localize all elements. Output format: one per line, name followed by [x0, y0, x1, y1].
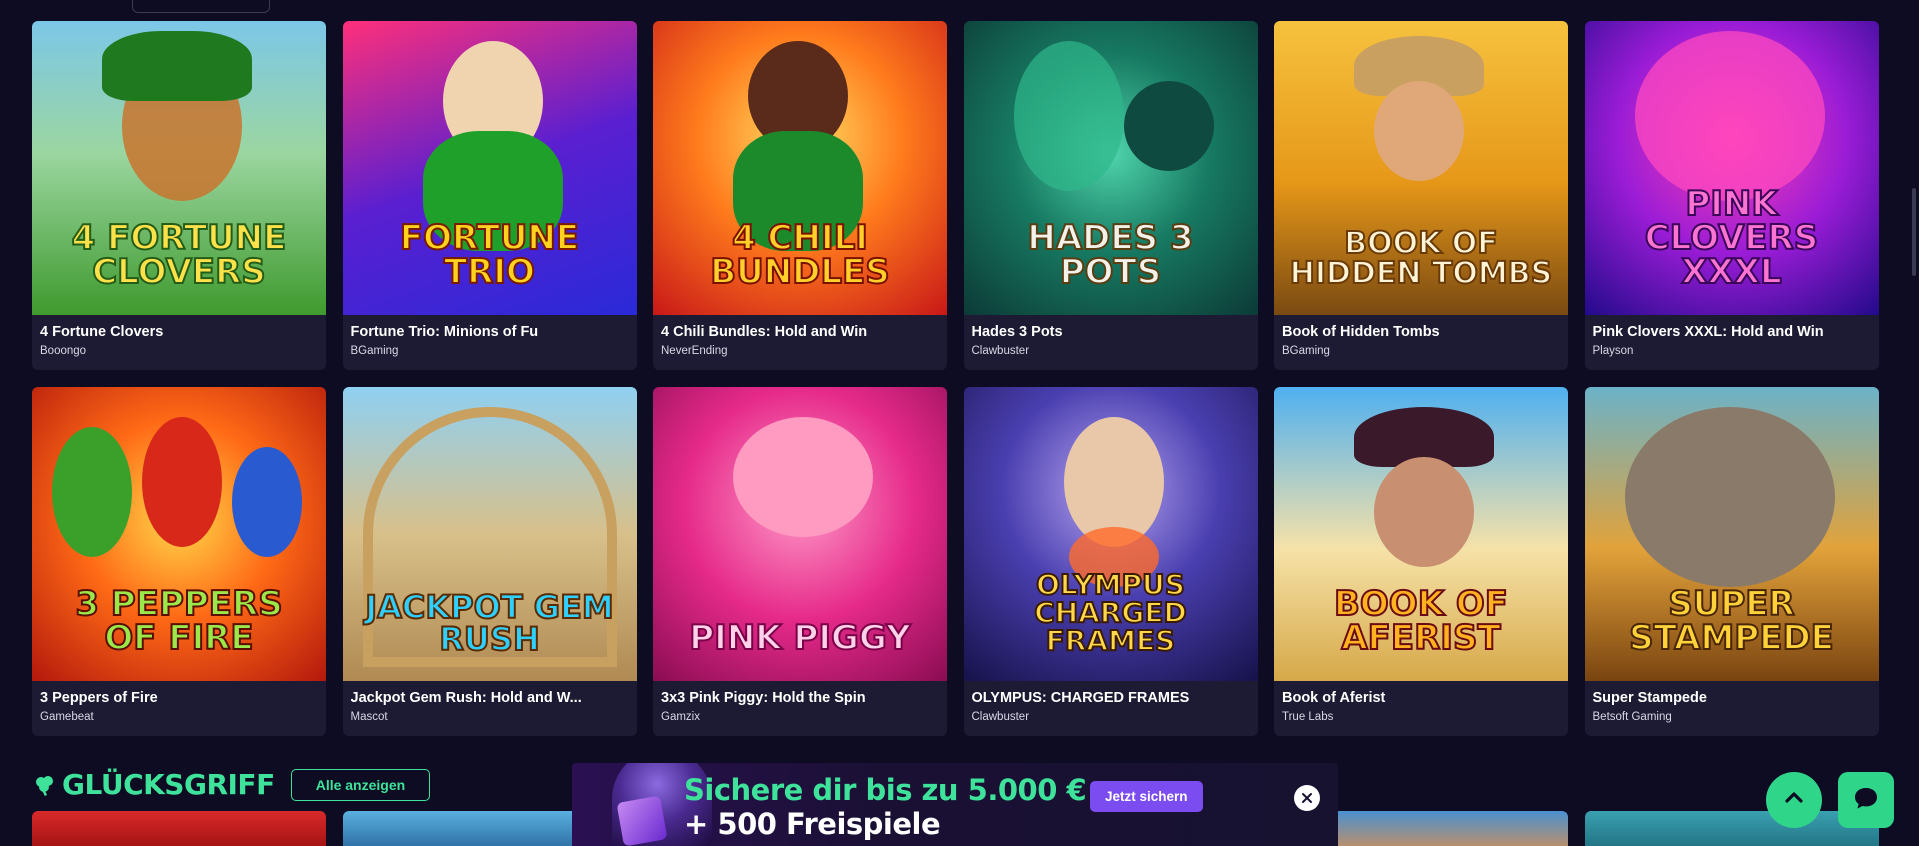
game-card[interactable]: Olympus Charged Frames OLYMPUS: CHARGED …	[963, 387, 1258, 736]
game-card[interactable]: Book of Aferist Book of Aferist True Lab…	[1274, 387, 1568, 736]
game-name: Fortune Trio: Minions of Fu	[350, 324, 539, 340]
game-art-title: Pink Piggy	[688, 618, 911, 658]
promo-headline: Sichere dir bis zu 5.000 €	[684, 773, 1087, 807]
game-name: 4 Chili Bundles: Hold and Win	[661, 324, 868, 340]
chevron-up-icon	[1781, 785, 1807, 816]
game-card[interactable]: Pink Piggy 3x3 Pink Piggy: Hold the Spin…	[653, 387, 947, 736]
game-art-title: Jackpot Gem Rush	[364, 588, 615, 658]
game-thumbnail[interactable]: 4 Fortune Clovers	[32, 21, 326, 315]
game-thumbnail[interactable]: Pink Clovers XXXL	[1584, 21, 1879, 315]
game-card[interactable]: 4 Chili Bundles 4 Chili Bundles: Hold an…	[653, 21, 947, 370]
scrollbar[interactable]	[1912, 188, 1916, 276]
game-provider: BGaming	[1282, 345, 1330, 357]
game-card[interactable]	[1584, 811, 1879, 846]
game-card[interactable]: Super Stampede Super Stampede Betsoft Ga…	[1584, 387, 1879, 736]
game-art-title: Super Stampede	[1628, 584, 1835, 658]
game-thumbnail[interactable]: 4 Chili Bundles	[653, 21, 947, 315]
game-art-title: Olympus Charged Frames	[1033, 568, 1188, 657]
game-provider: Clawbuster	[971, 345, 1030, 357]
game-name: OLYMPUS: CHARGED FRAMES	[971, 690, 1190, 706]
game-provider: Betsoft Gaming	[1592, 711, 1672, 723]
game-provider: Gamebeat	[40, 711, 94, 723]
section-title: GLÜCKSGRIFF	[62, 768, 275, 801]
game-name: Book of Hidden Tombs	[1282, 324, 1440, 340]
game-art-title: Hades 3 Pots	[1026, 218, 1194, 292]
game-thumbnail[interactable]: 3 Peppers of Fire	[32, 387, 326, 681]
game-provider: Gamzix	[661, 711, 700, 723]
game-art-title: 3 Peppers of Fire	[74, 584, 283, 658]
game-name: Super Stampede	[1592, 690, 1707, 706]
game-card[interactable]: Jackpot Gem Rush Jackpot Gem Rush: Hold …	[342, 387, 637, 736]
game-provider: BGaming	[350, 345, 399, 357]
promo-banner[interactable]: Sichere dir bis zu 5.000 € + 500 Freispi…	[572, 763, 1338, 846]
game-provider: True Labs	[1282, 711, 1334, 723]
game-thumbnail[interactable]: Hades 3 Pots	[963, 21, 1258, 315]
clover-icon	[34, 774, 56, 796]
chat-button[interactable]	[1838, 772, 1894, 828]
gift-icon	[616, 795, 668, 846]
game-name: 3x3 Pink Piggy: Hold the Spin	[661, 690, 866, 706]
game-name: Jackpot Gem Rush: Hold and W...	[350, 690, 582, 706]
show-all-button[interactable]: Alle anzeigen	[290, 768, 431, 801]
game-provider: Clawbuster	[971, 711, 1030, 723]
game-thumbnail[interactable]: Book of Aferist	[1274, 387, 1568, 681]
game-card[interactable]: 3 Peppers of Fire 3 Peppers of Fire Game…	[32, 387, 326, 736]
game-card[interactable]: Fortune Trio Fortune Trio: Minions of Fu…	[342, 21, 637, 370]
game-art-title: Book of Aferist	[1333, 584, 1509, 658]
game-provider: Mascot	[350, 711, 388, 723]
promo-subline: + 500 Freispiele	[684, 807, 941, 841]
game-thumbnail[interactable]: Olympus Charged Frames	[963, 387, 1258, 681]
game-name: Pink Clovers XXXL: Hold and Win	[1592, 324, 1824, 340]
game-thumbnail[interactable]: Jackpot Gem Rush	[342, 387, 637, 681]
close-icon[interactable]	[1294, 785, 1320, 811]
game-name: Hades 3 Pots	[971, 324, 1063, 340]
game-grid: 4 Fortune Clovers 4 Fortune Clovers Booo…	[32, 21, 1879, 736]
game-art-title: 4 Chili Bundles	[709, 218, 891, 292]
game-name: 4 Fortune Clovers	[40, 324, 164, 340]
game-provider: Booongo	[40, 345, 87, 357]
game-thumbnail[interactable]: Fortune Trio	[342, 21, 637, 315]
top-tab-outline[interactable]	[132, 0, 270, 13]
game-art-title: Fortune Trio	[399, 218, 580, 292]
game-name: Book of Aferist	[1282, 690, 1386, 706]
game-card[interactable]: Book of Hidden Tombs Book of Hidden Tomb…	[1274, 21, 1568, 370]
chat-bubble-icon	[1852, 784, 1880, 817]
claim-bonus-button[interactable]: Jetzt sichern	[1090, 781, 1203, 812]
game-provider: NeverEnding	[661, 345, 728, 357]
game-art-title: Pink Clovers XXXL	[1644, 184, 1820, 292]
game-card[interactable]: Pink Clovers XXXL Pink Clovers XXXL: Hol…	[1584, 21, 1879, 370]
game-thumbnail[interactable]: Pink Piggy	[653, 387, 947, 681]
game-art-title: Book of Hidden Tombs	[1289, 226, 1553, 291]
game-card[interactable]: 4 Fortune Clovers 4 Fortune Clovers Booo…	[32, 21, 326, 370]
game-card[interactable]: Hades 3 Pots Hades 3 Pots Clawbuster	[963, 21, 1258, 370]
section-header: GLÜCKSGRIFF Alle anzeigen	[34, 768, 431, 801]
game-provider: Playson	[1592, 345, 1634, 357]
scroll-to-top-button[interactable]	[1766, 772, 1822, 828]
game-thumbnail[interactable]: Book of Hidden Tombs	[1274, 21, 1568, 315]
game-thumbnail[interactable]: Super Stampede	[1584, 387, 1879, 681]
game-card[interactable]	[32, 811, 326, 846]
game-art-title: 4 Fortune Clovers	[71, 218, 288, 292]
game-name: 3 Peppers of Fire	[40, 690, 158, 706]
